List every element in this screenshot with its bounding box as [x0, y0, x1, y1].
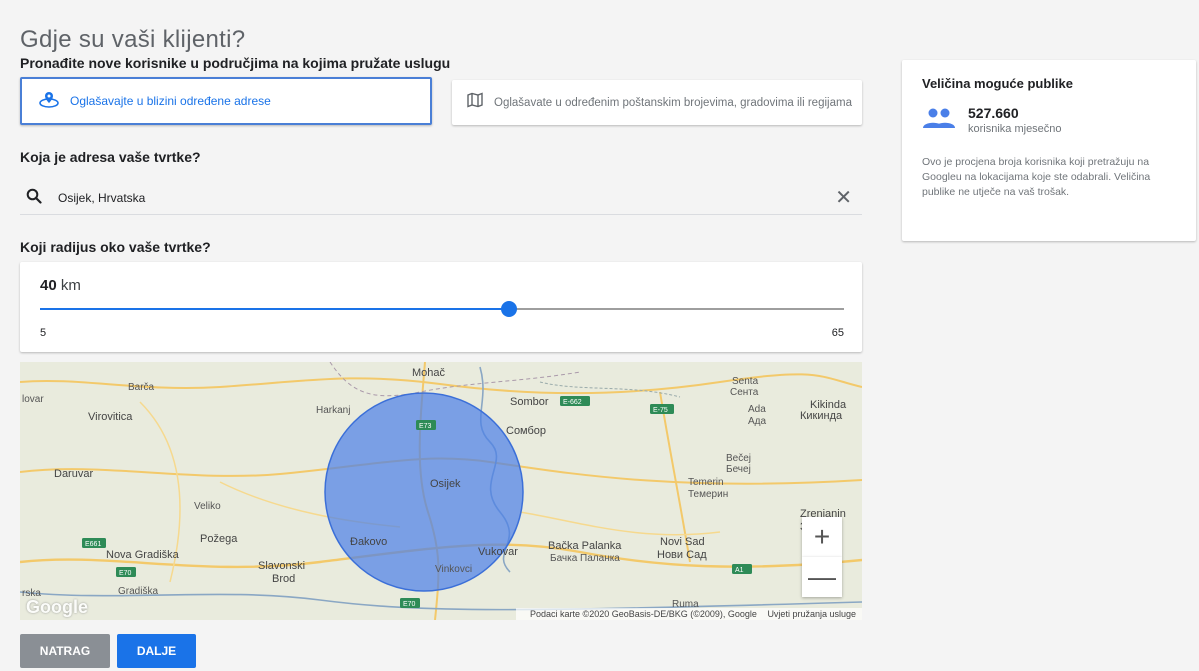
map-icon	[466, 92, 484, 113]
map-label: Veliko	[194, 501, 221, 512]
map-label: Ада	[748, 416, 767, 427]
zoom-in-button[interactable]: +	[802, 517, 842, 557]
map-label: lovar	[22, 394, 44, 405]
map-label: Бачка Паланка	[550, 553, 620, 564]
search-icon	[26, 188, 42, 209]
road-shield: A1	[732, 564, 752, 574]
option-near-address-label: Oglašavajte u blizini određene adrese	[70, 94, 271, 108]
road-shield: E73	[416, 420, 436, 430]
svg-text:E-662: E-662	[563, 399, 582, 406]
map-label: Vukovar	[478, 546, 518, 558]
map-label: Novi Sad	[660, 536, 705, 548]
map-attribution: Podaci karte ©2020 GeoBasis-DE/BKG (©200…	[516, 608, 862, 620]
location-pin-icon	[38, 90, 60, 113]
map-label: Daruvar	[54, 468, 93, 480]
map-label: Slavonski	[258, 560, 305, 572]
map-label: Кикинда	[800, 410, 843, 422]
terms-link[interactable]: Uvjeti pružanja usluge	[767, 609, 856, 619]
map-label: Mohač	[412, 367, 446, 379]
option-regions-label: Oglašavate u određenim poštanskim brojev…	[494, 96, 852, 109]
audience-count: 527.660	[968, 105, 1019, 121]
map-label: Virovitica	[88, 411, 133, 423]
map-label: Vinkovci	[435, 564, 472, 575]
map-label: Gradiška	[118, 586, 158, 597]
zoom-out-button[interactable]: —	[802, 557, 842, 597]
map-label: Bečej	[726, 453, 751, 464]
next-button[interactable]: DALJE	[117, 634, 196, 668]
radius-slider-card: 40 km 5 65	[20, 262, 862, 352]
audience-size-card: Veličina moguće publike 527.660 korisnik…	[902, 60, 1196, 241]
road-shield: E70	[116, 567, 136, 577]
audience-count-label: korisnika mjesečno	[968, 123, 1062, 135]
map-label: Нови Сад	[657, 549, 707, 561]
map-label: Đakovo	[350, 536, 387, 548]
radius-slider-thumb[interactable]	[501, 301, 517, 317]
map-view[interactable]: Mohač Senta Сента lovar Barča Virovitica Harka…	[20, 362, 862, 620]
map-label: Nova Gradiška	[106, 549, 180, 561]
radius-slider-fill	[40, 308, 509, 310]
map-data-credit: Podaci karte ©2020 GeoBasis-DE/BKG (©200…	[530, 609, 757, 619]
audience-stats: 527.660 korisnika mjesečno	[922, 105, 1176, 135]
close-icon[interactable]: ✕	[835, 188, 852, 208]
map-label: Темерин	[688, 489, 728, 500]
radius-slider-track[interactable]	[40, 301, 844, 317]
radius-heading: Koji radijus oko vaše tvrtke?	[20, 239, 211, 255]
map-label: Бечеј	[726, 464, 751, 475]
back-button[interactable]: NATRAG	[20, 634, 110, 668]
google-logo: Google	[26, 597, 88, 617]
svg-text:E-75: E-75	[653, 407, 668, 414]
svg-text:E661: E661	[85, 541, 101, 548]
map-label: Ada	[748, 404, 766, 415]
option-near-address[interactable]: Oglašavajte u blizini određene adrese	[20, 77, 432, 125]
audience-title: Veličina moguće publike	[922, 76, 1073, 91]
radius-min-label: 5	[40, 327, 47, 339]
svg-text:E73: E73	[419, 423, 432, 430]
address-input[interactable]: Osijek, Hrvatska	[58, 191, 145, 205]
map-label: Temerin	[688, 477, 724, 488]
option-regions[interactable]: Oglašavate u određenim poštanskim brojev…	[452, 80, 862, 125]
radius-max-label: 65	[831, 327, 844, 339]
radius-value: 40 km	[40, 277, 81, 294]
road-shield: E661	[82, 538, 106, 548]
road-shield: E70	[400, 598, 420, 608]
radius-number: 40	[40, 277, 57, 294]
map-label: Barča	[128, 382, 155, 393]
map-label: Harkanj	[316, 405, 350, 416]
address-search-field[interactable]: Osijek, Hrvatska ✕	[20, 182, 862, 215]
map-label: Osijek	[430, 478, 461, 490]
audience-description: Ovo je procjena broja korisnika koji pre…	[922, 156, 1151, 198]
svg-text:A1: A1	[735, 567, 744, 574]
map-label: Brod	[272, 573, 295, 585]
page-title: Gdje su vaši klijenti?	[20, 26, 246, 54]
map-label: Požega	[200, 533, 238, 545]
radius-unit: km	[60, 277, 81, 294]
road-shield: E-75	[650, 404, 674, 414]
road-shield: E-662	[560, 396, 590, 406]
map-label: Сомбор	[506, 425, 546, 437]
svg-text:E70: E70	[403, 601, 416, 608]
people-icon	[922, 107, 956, 134]
map-label: Bačka Palanka	[548, 540, 622, 552]
address-heading: Koja je adresa vaše tvrtke?	[20, 149, 201, 165]
map-label: Sombor	[510, 396, 549, 408]
svg-text:E70: E70	[119, 570, 132, 577]
page-subtitle: Pronađite nove korisnike u područjima na…	[20, 55, 451, 71]
map-label: Senta	[732, 376, 759, 387]
map-canvas: Mohač SentaСента lovar Barča Virovitica Harka…	[20, 362, 862, 620]
map-label: Сента	[730, 387, 759, 398]
